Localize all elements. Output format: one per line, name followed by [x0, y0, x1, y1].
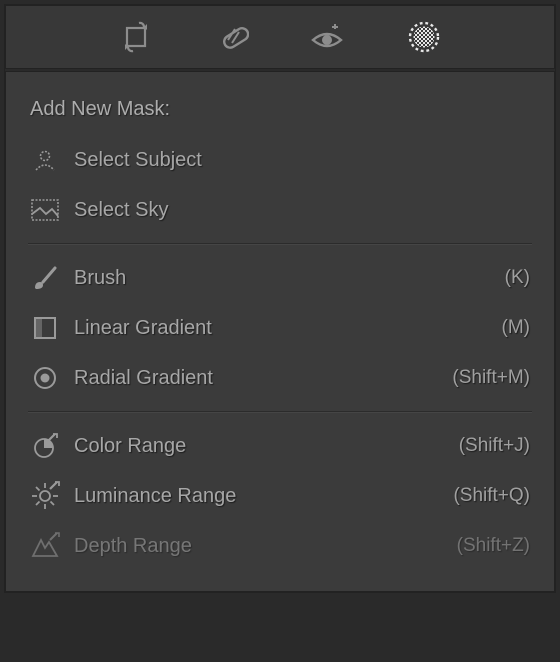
mask-select-subject[interactable]: Select Subject	[24, 135, 536, 185]
select-sky-icon	[30, 195, 60, 225]
mask-item-label: Radial Gradient	[74, 367, 438, 390]
mask-item-shortcut: (Shift+J)	[459, 435, 530, 457]
linear-gradient-icon	[30, 313, 60, 343]
mask-item-shortcut: (Shift+Z)	[457, 535, 530, 557]
mask-item-label: Select Subject	[74, 149, 516, 172]
crop-tool[interactable]	[117, 18, 155, 56]
red-eye-tool[interactable]	[309, 18, 347, 56]
mask-depth-range: Depth Range (Shift+Z)	[24, 521, 536, 571]
mask-item-shortcut: (M)	[502, 317, 530, 339]
masking-tool[interactable]	[405, 18, 443, 56]
radial-gradient-icon	[30, 363, 60, 393]
select-subject-icon	[30, 145, 60, 175]
panel-heading: Add New Mask:	[30, 98, 536, 121]
crop-icon	[119, 20, 153, 54]
spot-removal-icon	[215, 20, 249, 54]
spot-removal-tool[interactable]	[213, 18, 251, 56]
mask-item-label: Select Sky	[74, 199, 516, 222]
mask-item-shortcut: (Shift+M)	[452, 367, 530, 389]
mask-luminance-range[interactable]: Luminance Range (Shift+Q)	[24, 471, 536, 521]
color-range-icon	[30, 431, 60, 461]
masking-outer-frame: Add New Mask: Select Subject Select Sky	[4, 4, 556, 593]
brush-icon	[30, 263, 60, 293]
mask-color-range[interactable]: Color Range (Shift+J)	[24, 421, 536, 471]
mask-radial-gradient[interactable]: Radial Gradient (Shift+M)	[24, 353, 536, 403]
masking-icon	[407, 20, 441, 54]
luminance-range-icon	[30, 481, 60, 511]
separator	[28, 411, 532, 413]
mask-item-shortcut: (Shift+Q)	[453, 485, 530, 507]
depth-range-icon	[30, 531, 60, 561]
mask-item-label: Depth Range	[74, 535, 443, 558]
mask-item-label: Linear Gradient	[74, 317, 488, 340]
mask-item-label: Luminance Range	[74, 485, 439, 508]
mask-select-sky[interactable]: Select Sky	[24, 185, 536, 235]
mask-linear-gradient[interactable]: Linear Gradient (M)	[24, 303, 536, 353]
mask-item-label: Brush	[74, 267, 491, 290]
separator	[28, 243, 532, 245]
mask-brush[interactable]: Brush (K)	[24, 253, 536, 303]
tool-strip	[5, 5, 555, 69]
mask-item-shortcut: (K)	[505, 267, 530, 289]
mask-item-label: Color Range	[74, 435, 445, 458]
masking-panel: Add New Mask: Select Subject Select Sky	[5, 71, 555, 592]
red-eye-icon	[310, 20, 346, 54]
